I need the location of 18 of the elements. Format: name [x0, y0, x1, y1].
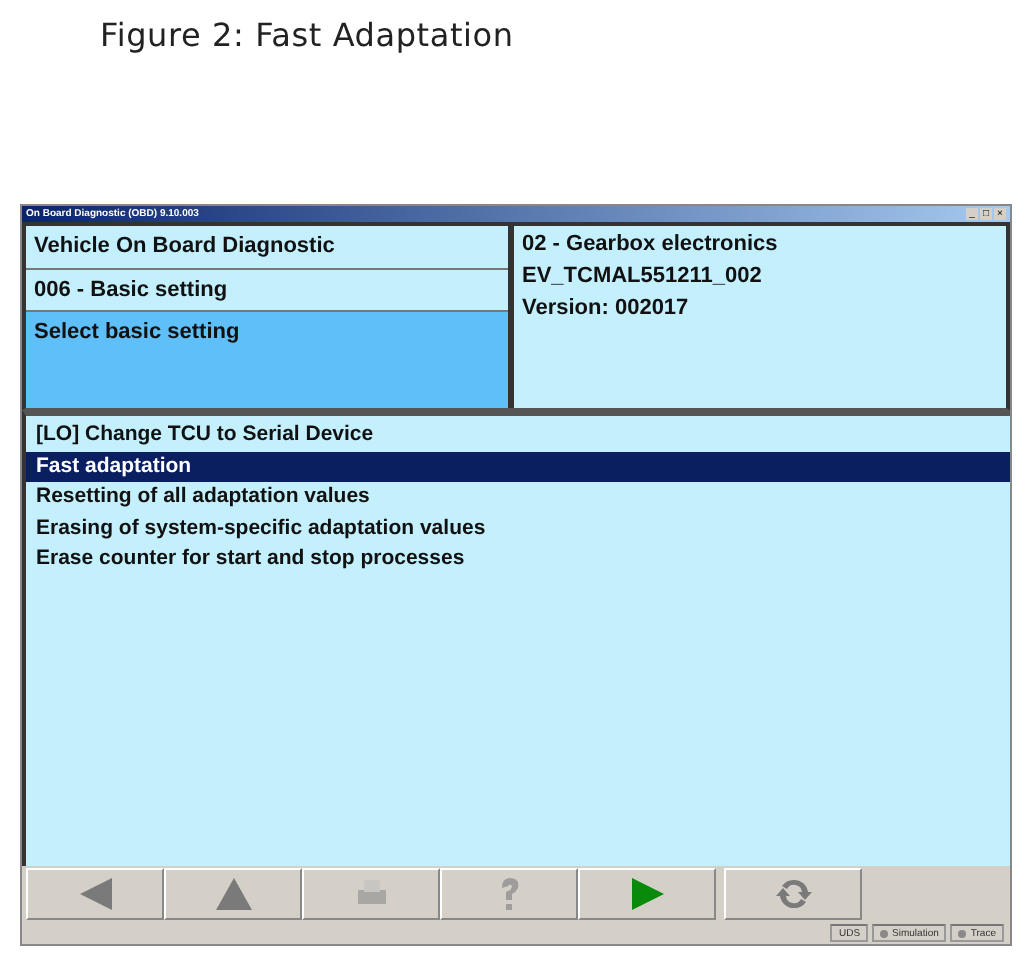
- list-item[interactable]: Fast adaptation: [26, 451, 1010, 482]
- navigation-item[interactable]: Vehicle On Board Diagnostic: [26, 226, 508, 269]
- list-item[interactable]: [LO] Change TCU to Serial Device: [26, 420, 1010, 451]
- list-item[interactable]: Resetting of all adaptation values: [26, 482, 1010, 513]
- figure-caption: Figure 2: Fast Adaptation: [100, 14, 516, 58]
- info-line: EV_TCMAL551211_002: [522, 262, 764, 292]
- navigation-item[interactable]: Select basic setting: [26, 312, 508, 408]
- indicator-light-icon: [880, 929, 889, 937]
- left-arrow-icon: [75, 874, 115, 914]
- refresh-icon: [773, 874, 813, 914]
- info-line: 02 - Gearbox electronics: [522, 230, 780, 260]
- indicator-light-icon: [958, 929, 967, 937]
- right-arrow-icon: [627, 874, 667, 914]
- info-line: Version: 002017: [522, 294, 691, 324]
- list-item[interactable]: Erase counter for start and stop processes: [26, 544, 1010, 575]
- list-item[interactable]: Erasing of system-specific adaptation values: [26, 513, 1010, 544]
- up-arrow-icon: [213, 874, 253, 914]
- forward-button[interactable]: [578, 868, 716, 920]
